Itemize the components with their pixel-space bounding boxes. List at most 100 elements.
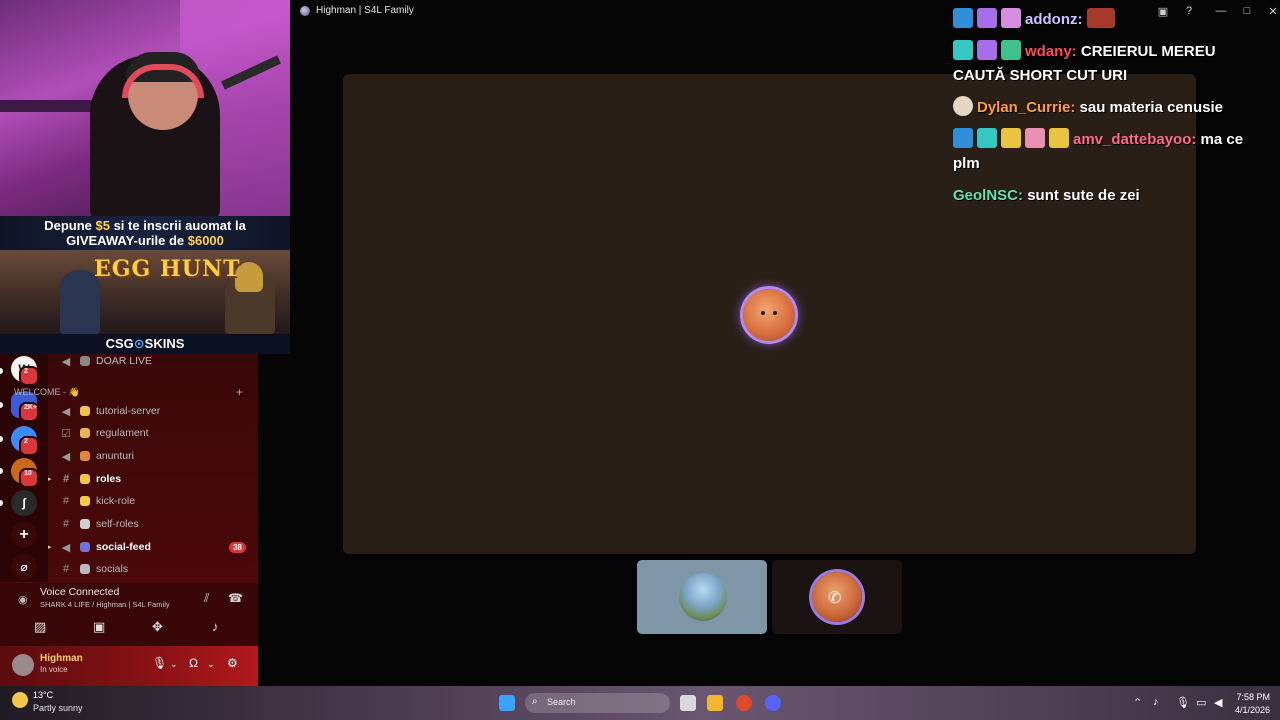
chat-username: Dylan_Currie: <box>977 99 1076 116</box>
avatar-eye-left <box>761 311 765 315</box>
server-orange[interactable]: 10 <box>11 458 39 488</box>
user-badge-icon <box>953 96 973 116</box>
chevron-down-icon[interactable]: ⌄ <box>170 659 178 670</box>
channel-kick-role[interactable]: # kick-role <box>48 491 258 511</box>
server-dark[interactable]: ʃ <box>11 490 37 516</box>
gear-icon[interactable]: ⚙ <box>227 656 238 670</box>
channel-anunturi[interactable]: ◀ anunturi <box>48 446 258 466</box>
gift-badge-icon <box>1001 40 1021 60</box>
stream-chat: addonz: wdany: CREIERUL MEREU CAUTĂ SHOR… <box>953 8 1263 216</box>
unread-pill <box>0 468 3 474</box>
speaker-avatar[interactable] <box>743 289 795 341</box>
volume-icon[interactable]: ♪ <box>1153 696 1159 708</box>
user-status: In voice <box>40 665 68 674</box>
username[interactable]: Highman <box>40 653 83 664</box>
share-screen-icon[interactable]: ▣ <box>93 619 105 635</box>
channel-doar-live[interactable]: ◀ DOAR LIVE <box>48 351 258 371</box>
task-view-icon[interactable] <box>680 695 696 711</box>
soundboard-icon[interactable]: ♪ <box>212 619 219 634</box>
taskbar: 13°C Partly sunny ⌕ Search ⌃ ♪ 🎙 ▭ ◀ 7:58… <box>0 686 1280 720</box>
channel-social-feed[interactable]: ▸ ◀ social-feed 38 <box>48 537 258 557</box>
promo-line-2: GIVEAWAY-urile de $6000 <box>0 233 290 248</box>
clock-date[interactable]: 4/1/2026 <box>1230 705 1270 715</box>
promo-suffix: si te inscrii auomat la <box>109 218 246 233</box>
server-badge: 2 <box>19 436 39 456</box>
discord-icon[interactable] <box>765 695 781 711</box>
start-menu-icon[interactable] <box>499 695 515 711</box>
server-badge: 2K+ <box>19 402 39 422</box>
chevron-down-icon[interactable]: ⌄ <box>207 659 215 670</box>
microphone-icon[interactable]: 🎙 <box>152 656 167 670</box>
moderator-badge-icon <box>953 128 973 148</box>
brand-right: SKINS <box>144 336 185 351</box>
speaker-tray-icon[interactable]: ◀ <box>1214 696 1222 709</box>
signal-icon[interactable]: ◉ <box>18 593 28 606</box>
file-explorer-icon[interactable] <box>707 695 723 711</box>
discover-icon[interactable]: ⌀ <box>11 554 37 580</box>
promo-amount: $5 <box>95 218 110 233</box>
expand-arrow-icon: ▸ <box>48 476 52 483</box>
weather-condition[interactable]: Partly sunny <box>33 703 83 713</box>
chat-message: amv_dattebayoo: ma ce plm <box>953 128 1263 176</box>
gift-badge-icon <box>1025 128 1045 148</box>
brand-logo-icon: ⊙ <box>133 336 145 351</box>
headphones-icon[interactable]: Ω <box>189 656 198 670</box>
banner-title: EGG HUNT <box>94 256 241 282</box>
server-w[interactable]: W2 <box>11 356 39 386</box>
channel-socials[interactable]: # socials <box>48 559 258 579</box>
sub-badge-icon <box>953 40 973 60</box>
channel-name: socials <box>96 563 129 575</box>
category-welcome[interactable]: WELCOME - 👋 <box>14 387 80 398</box>
chat-message: wdany: CREIERUL MEREU CAUTĂ SHORT CUT UR… <box>953 40 1263 88</box>
microphone-tray-icon[interactable]: 🎙 <box>1176 696 1190 709</box>
server-blue[interactable]: ≈2 <box>11 426 39 456</box>
channel-name: self-roles <box>96 518 139 530</box>
channel-regulament[interactable]: ☑ regulament <box>48 423 258 443</box>
chat-username: GeolNSC: <box>953 187 1024 204</box>
participant-tile-self[interactable]: ✆ <box>772 560 902 634</box>
chevron-up-icon[interactable]: ⌃ <box>1133 696 1142 709</box>
unread-pill <box>0 436 3 442</box>
brand-left: CSG <box>105 336 134 351</box>
mention-badge: 38 <box>229 541 246 553</box>
chat-username: wdany: <box>1025 43 1077 60</box>
add-channel-icon[interactable]: + <box>236 385 243 399</box>
promo-prefix: Depune <box>44 218 96 233</box>
link-icon <box>80 564 90 574</box>
robot-badge-icon <box>977 8 997 28</box>
phone-icon: ✆ <box>828 590 842 607</box>
announcement-icon: ◀ <box>61 541 71 554</box>
clock-time[interactable]: 7:58 PM <box>1236 692 1270 702</box>
channel-roles[interactable]: ▸ # roles <box>48 469 258 489</box>
noise-suppression-icon[interactable]: ⫽ <box>204 591 209 606</box>
weather-temp[interactable]: 13°C <box>33 690 53 700</box>
search-placeholder: Search <box>547 697 576 707</box>
window-title-text: Highman | S4L Family <box>316 5 414 16</box>
channel-self-roles[interactable]: # self-roles <box>48 514 258 534</box>
fire-icon <box>80 451 90 461</box>
voice-channel[interactable]: SHARK 4 LIFE / Highman | S4L Family <box>40 600 170 609</box>
gift-badge-icon <box>1001 8 1021 28</box>
search-input[interactable]: ⌕ Search <box>525 693 670 713</box>
add-server-icon[interactable]: + <box>11 522 37 548</box>
unread-pill <box>0 402 3 408</box>
channel-tutorial-server[interactable]: ◀ tutorial-server <box>48 401 258 421</box>
star-icon <box>80 474 90 484</box>
camera-off-icon[interactable]: ▨ <box>34 619 46 635</box>
channel-name: DOAR LIVE <box>96 355 153 367</box>
avatar[interactable] <box>12 654 34 676</box>
robot-badge-icon <box>1001 128 1021 148</box>
disconnect-icon[interactable]: ☎ <box>228 591 243 605</box>
hash-icon: # <box>62 518 70 530</box>
unread-pill <box>0 500 3 506</box>
promo-line2-prefix: GIVEAWAY-urile de <box>66 233 188 248</box>
webcam-overlay <box>0 0 290 218</box>
weather-icon[interactable] <box>12 692 28 708</box>
close-button[interactable]: ✕ <box>1260 2 1280 20</box>
voice-status[interactable]: Voice Connected <box>40 586 119 598</box>
brave-browser-icon[interactable] <box>736 695 752 711</box>
participant-tile[interactable] <box>637 560 767 634</box>
activities-icon[interactable]: ✥ <box>152 619 163 635</box>
chat-text: sau materia cenusie <box>1079 99 1223 116</box>
network-icon[interactable]: ▭ <box>1196 696 1206 709</box>
